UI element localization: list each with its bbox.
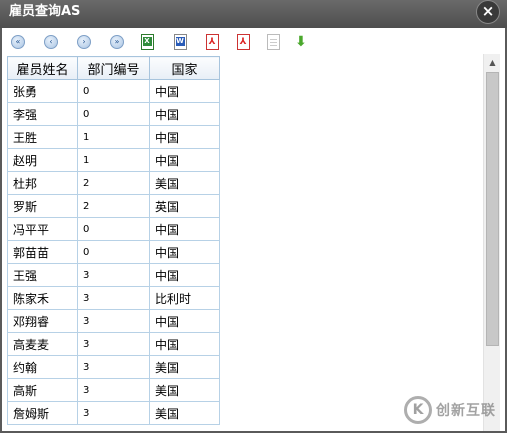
- toolbar: « ‹ › » X W ⅄ ⅄ ⬇: [10, 33, 500, 53]
- cell-department-id: 0: [77, 240, 150, 264]
- cell-department-id: 3: [77, 286, 150, 310]
- cell-country: 英国: [149, 194, 220, 218]
- table-row[interactable]: 赵明 1 中国: [7, 148, 220, 172]
- table-header-row: 雇员姓名 部门编号 国家: [7, 56, 220, 80]
- report-panel: « ‹ › » X W ⅄ ⅄ ⬇ 雇员姓名 部门编号 国家 张勇 0 中国 李…: [2, 28, 505, 431]
- cell-employee-name: 邓翔睿: [7, 309, 78, 333]
- table-row[interactable]: 冯平平 0 中国: [7, 217, 220, 241]
- cell-department-id: 1: [77, 148, 150, 172]
- cell-department-id: 2: [77, 194, 150, 218]
- left-arrow-icon: ‹: [44, 35, 58, 49]
- pdf-icon: ⅄: [236, 34, 250, 50]
- cell-employee-name: 王胜: [7, 125, 78, 149]
- cell-employee-name: 杜邦: [7, 171, 78, 195]
- right-arrow-icon: ›: [77, 35, 91, 49]
- cell-department-id: 3: [77, 309, 150, 333]
- table-row[interactable]: 罗斯 2 英国: [7, 194, 220, 218]
- cell-country: 美国: [149, 378, 220, 402]
- cell-country: 中国: [149, 125, 220, 149]
- cell-country: 比利时: [149, 286, 220, 310]
- export-pdf-button[interactable]: ⅄: [204, 34, 220, 50]
- cell-department-id: 3: [77, 332, 150, 356]
- cell-employee-name: 郭苗苗: [7, 240, 78, 264]
- double-left-arrow-icon: «: [11, 35, 25, 49]
- vertical-scrollbar[interactable]: ▲: [483, 54, 500, 431]
- cell-employee-name: 冯平平: [7, 217, 78, 241]
- table-row[interactable]: 高斯 3 美国: [7, 378, 220, 402]
- download-arrow-icon: ⬇: [295, 34, 307, 50]
- table-row[interactable]: 张勇 0 中国: [7, 79, 220, 103]
- cell-country: 美国: [149, 401, 220, 425]
- cell-department-id: 2: [77, 171, 150, 195]
- table-row[interactable]: 邓翔睿 3 中国: [7, 309, 220, 333]
- cell-department-id: 1: [77, 125, 150, 149]
- first-page-button[interactable]: «: [10, 34, 26, 50]
- cell-department-id: 3: [77, 401, 150, 425]
- table-row[interactable]: 王胜 1 中国: [7, 125, 220, 149]
- table-row[interactable]: 约翰 3 美国: [7, 355, 220, 379]
- cell-country: 中国: [149, 240, 220, 264]
- window-titlebar: 雇员查询AS ×: [0, 0, 507, 28]
- cell-department-id: 3: [77, 263, 150, 287]
- table-row[interactable]: 李强 0 中国: [7, 102, 220, 126]
- header-employee-name: 雇员姓名: [7, 56, 78, 80]
- cell-employee-name: 赵明: [7, 148, 78, 172]
- excel-icon: X: [140, 34, 154, 50]
- download-button[interactable]: ⬇: [293, 34, 309, 50]
- last-page-button[interactable]: »: [109, 34, 125, 50]
- cell-employee-name: 高麦麦: [7, 332, 78, 356]
- scroll-thumb[interactable]: [486, 72, 499, 346]
- table-row[interactable]: 陈家禾 3 比利时: [7, 286, 220, 310]
- cell-country: 中国: [149, 148, 220, 172]
- table-row[interactable]: 杜邦 2 美国: [7, 171, 220, 195]
- cell-department-id: 3: [77, 378, 150, 402]
- header-country: 国家: [149, 56, 220, 80]
- table-row[interactable]: 詹姆斯 3 美国: [7, 401, 220, 425]
- cell-department-id: 3: [77, 355, 150, 379]
- cell-employee-name: 约翰: [7, 355, 78, 379]
- cell-department-id: 0: [77, 217, 150, 241]
- cell-country: 中国: [149, 263, 220, 287]
- cell-department-id: 0: [77, 102, 150, 126]
- close-button[interactable]: ×: [476, 0, 500, 24]
- print-pdf-button[interactable]: ⅄: [235, 34, 251, 50]
- header-department-id: 部门编号: [77, 56, 150, 80]
- window-title: 雇员查询AS: [9, 4, 81, 19]
- export-text-button[interactable]: [265, 34, 281, 50]
- watermark-text: 创新互联: [436, 403, 496, 419]
- watermark: K 创新互联: [404, 394, 504, 426]
- prev-page-button[interactable]: ‹: [43, 34, 59, 50]
- next-page-button[interactable]: ›: [76, 34, 92, 50]
- table-row[interactable]: 郭苗苗 0 中国: [7, 240, 220, 264]
- cell-employee-name: 张勇: [7, 79, 78, 103]
- employee-table: 雇员姓名 部门编号 国家 张勇 0 中国 李强 0 中国 王胜 1 中国 赵明 1 中国 杜邦 2 美国 罗斯…: [7, 56, 220, 425]
- watermark-logo: K: [404, 396, 432, 424]
- cell-country: 中国: [149, 217, 220, 241]
- cell-employee-name: 陈家禾: [7, 286, 78, 310]
- cell-employee-name: 罗斯: [7, 194, 78, 218]
- blank-document-icon: [266, 34, 280, 50]
- cell-country: 中国: [149, 79, 220, 103]
- double-right-arrow-icon: »: [110, 35, 124, 49]
- scroll-up-icon[interactable]: ▲: [484, 54, 501, 71]
- pdf-icon: ⅄: [205, 34, 219, 50]
- cell-employee-name: 詹姆斯: [7, 401, 78, 425]
- cell-employee-name: 王强: [7, 263, 78, 287]
- export-excel-button[interactable]: X: [139, 34, 155, 50]
- cell-country: 中国: [149, 102, 220, 126]
- cell-employee-name: 高斯: [7, 378, 78, 402]
- cell-country: 美国: [149, 355, 220, 379]
- cell-employee-name: 李强: [7, 102, 78, 126]
- export-word-button[interactable]: W: [172, 34, 188, 50]
- cell-country: 中国: [149, 332, 220, 356]
- cell-country: 中国: [149, 309, 220, 333]
- table-row[interactable]: 王强 3 中国: [7, 263, 220, 287]
- cell-department-id: 0: [77, 79, 150, 103]
- table-row[interactable]: 高麦麦 3 中国: [7, 332, 220, 356]
- word-icon: W: [173, 34, 187, 50]
- cell-country: 美国: [149, 171, 220, 195]
